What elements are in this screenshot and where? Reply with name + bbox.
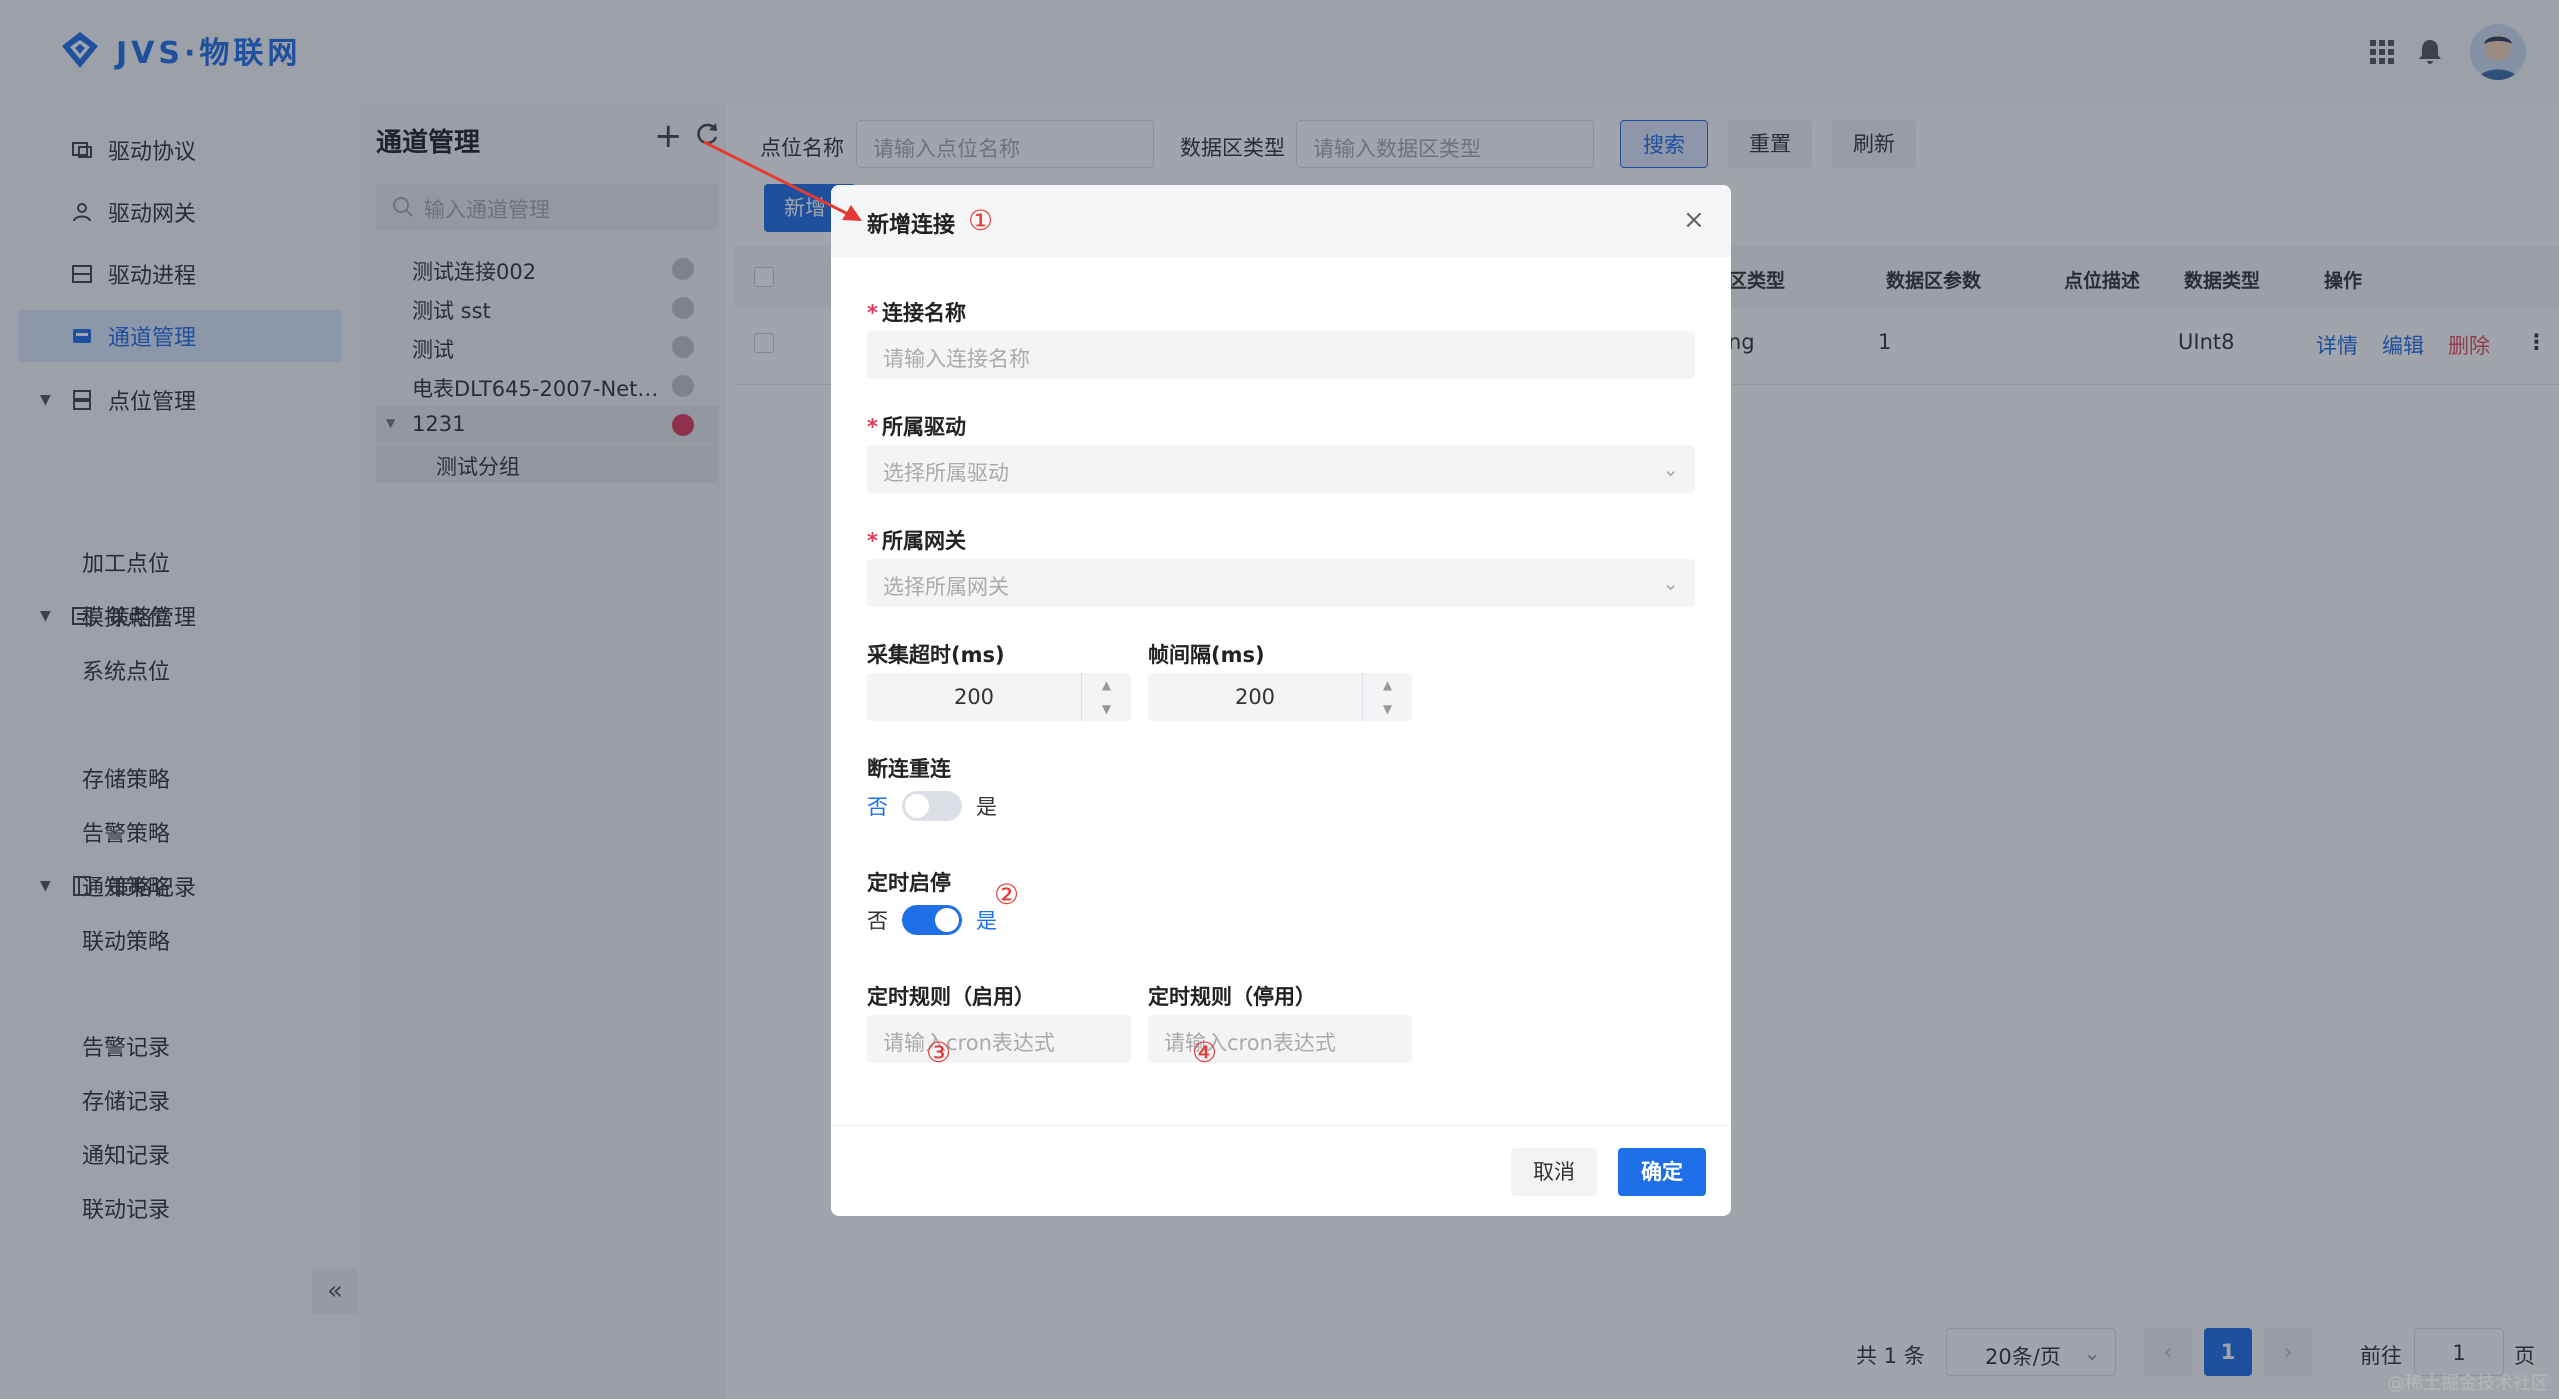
conn-name-label: * 连接名称 <box>867 301 966 325</box>
increment-icon[interactable]: ▲ <box>1081 673 1131 697</box>
increment-icon[interactable]: ▲ <box>1362 673 1412 697</box>
gateway-label: * 所属网关 <box>867 529 966 553</box>
annotation-marker-4: ④ <box>1192 1036 1218 1069</box>
dialog-footer-divider <box>831 1125 1731 1126</box>
dialog-header: 新增连接 × <box>831 185 1731 257</box>
rule-start-label: 定时规则（启用） <box>867 985 1035 1009</box>
annotation-marker-1: ① <box>968 204 994 237</box>
conn-name-input[interactable]: 请输入连接名称 <box>867 331 1695 379</box>
select-placeholder: 选择所属驱动 <box>883 461 1009 485</box>
input-placeholder: 请输入连接名称 <box>883 347 1030 371</box>
cron-start-input[interactable]: 请输入cron表达式 <box>867 1015 1131 1063</box>
schedule-toggle[interactable] <box>902 905 962 935</box>
rule-stop-label: 定时规则（停用） <box>1148 985 1316 1009</box>
annotation-marker-3: ③ <box>926 1036 952 1069</box>
input-placeholder: 请输入cron表达式 <box>1164 1031 1336 1055</box>
driver-label: * 所属驱动 <box>867 415 966 439</box>
timeout-stepper[interactable]: 200 ▲ ▼ <box>867 673 1131 721</box>
reconnect-label: 断连重连 <box>867 757 951 781</box>
stepper-value: 200 <box>953 685 995 709</box>
cancel-button[interactable]: 取消 <box>1511 1148 1597 1196</box>
switch-off-label: 否 <box>867 909 888 933</box>
toggle-knob <box>905 794 929 818</box>
chevron-down-icon: ⌄ <box>1662 457 1679 481</box>
toggle-knob <box>935 908 959 932</box>
switch-off-label: 否 <box>867 795 888 819</box>
driver-select[interactable]: 选择所属驱动 ⌄ <box>867 445 1695 493</box>
schedule-label: 定时启停 <box>867 871 951 895</box>
decrement-icon[interactable]: ▼ <box>1081 697 1131 721</box>
schedule-switch-row: 否 是 <box>867 905 997 935</box>
new-connection-dialog: 新增连接 × * 连接名称 请输入连接名称 * 所属驱动 选择所属驱动 ⌄ * 所属网… <box>831 185 1731 1216</box>
interval-label: 帧间隔(ms) <box>1148 643 1265 667</box>
chevron-down-icon: ⌄ <box>1662 571 1679 595</box>
close-icon[interactable]: × <box>1683 205 1705 235</box>
timeout-label: 采集超时(ms) <box>867 643 1005 667</box>
interval-stepper[interactable]: 200 ▲ ▼ <box>1148 673 1412 721</box>
switch-on-label: 是 <box>976 795 997 819</box>
dialog-title: 新增连接 <box>867 213 956 238</box>
reconnect-switch-row: 否 是 <box>867 791 997 821</box>
confirm-button[interactable]: 确定 <box>1618 1148 1706 1196</box>
watermark: @稀土掘金技术社区 <box>2387 1373 2549 1394</box>
annotation-marker-2: ② <box>994 878 1020 911</box>
gateway-select[interactable]: 选择所属网关 ⌄ <box>867 559 1695 607</box>
input-placeholder: 请输入cron表达式 <box>883 1031 1055 1055</box>
select-placeholder: 选择所属网关 <box>883 575 1009 599</box>
cron-stop-input[interactable]: 请输入cron表达式 <box>1148 1015 1412 1063</box>
reconnect-toggle[interactable] <box>902 791 962 821</box>
stepper-value: 200 <box>1234 685 1276 709</box>
decrement-icon[interactable]: ▼ <box>1362 697 1412 721</box>
